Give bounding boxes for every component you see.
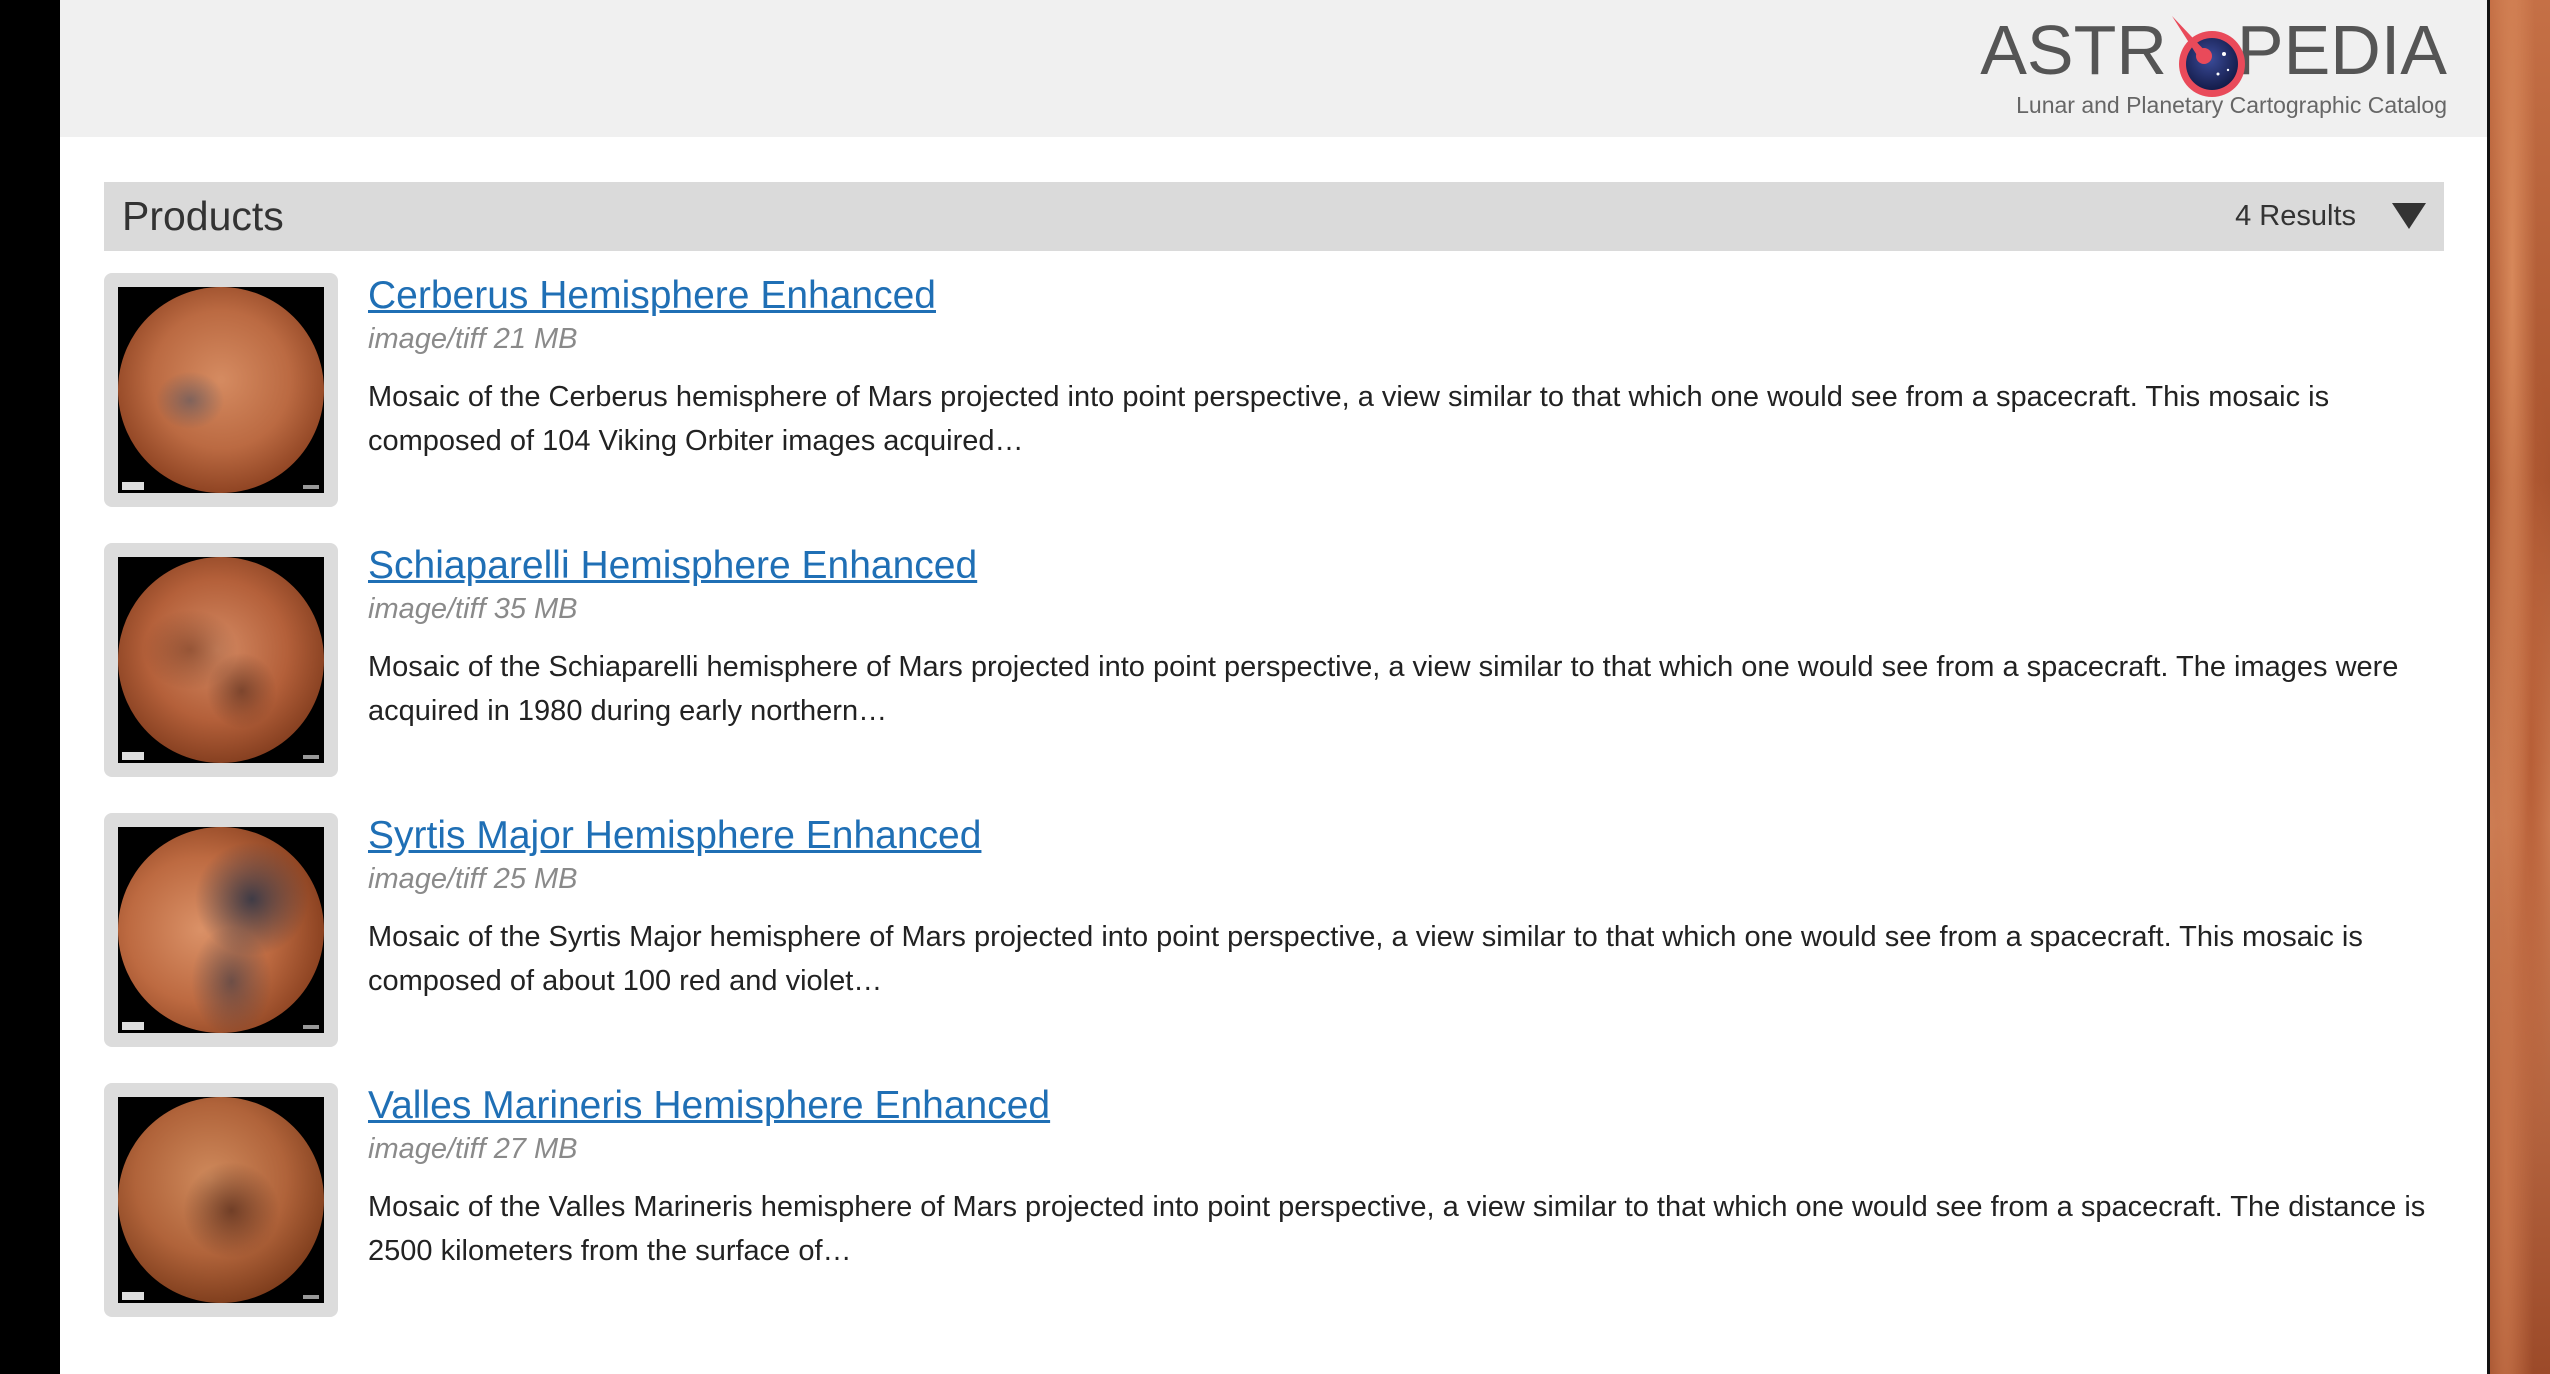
result-description: Mosaic of the Valles Marineris hemispher… (368, 1191, 2426, 1267)
result-title-link[interactable]: Syrtis Major Hemisphere Enhanced (368, 813, 981, 859)
logo-text-right: PEDIA (2236, 11, 2447, 89)
results-count: 4 Results (2235, 200, 2356, 232)
page-header: ASTR PEDIA Lunar and Planetary Cartograph… (60, 0, 2487, 137)
astropedia-logo[interactable]: ASTR PEDIA (1980, 10, 2447, 97)
mars-hemisphere-image (118, 287, 324, 493)
result-thumbnail[interactable] (104, 813, 338, 1047)
products-title: Products (122, 193, 284, 239)
result-thumbnail[interactable] (104, 543, 338, 777)
mars-hemisphere-image (118, 557, 324, 763)
mars-background-image (2487, 0, 2550, 1374)
result-thumbnail[interactable] (104, 273, 338, 507)
left-background-edge (0, 0, 60, 1374)
result-file-info: image/tiff 25 MB (368, 863, 578, 895)
result-file-info: image/tiff 27 MB (368, 1133, 578, 1165)
mars-hemisphere-image (118, 1097, 324, 1303)
image-credit (303, 1295, 319, 1299)
result-body: Syrtis Major Hemisphere Enhanced image/t… (368, 813, 2448, 1003)
logo-text-left: ASTR (1980, 11, 2167, 89)
result-file-info: image/tiff 21 MB (368, 323, 578, 355)
triangle-down-icon[interactable] (2392, 203, 2426, 229)
result-item: Syrtis Major Hemisphere Enhanced image/t… (104, 813, 2444, 1083)
result-list: Cerberus Hemisphere Enhanced image/tiff … (104, 273, 2444, 1353)
usgs-logo (122, 1022, 144, 1030)
image-credit (303, 755, 319, 759)
result-title-link[interactable]: Valles Marineris Hemisphere Enhanced (368, 1083, 1050, 1129)
result-item: Schiaparelli Hemisphere Enhanced image/t… (104, 543, 2444, 813)
usgs-logo (122, 752, 144, 760)
meteor-globe-icon (2172, 16, 2245, 97)
result-file-info: image/tiff 35 MB (368, 593, 578, 625)
result-item: Cerberus Hemisphere Enhanced image/tiff … (104, 273, 2444, 543)
thumbnail-image (118, 287, 324, 493)
thumbnail-image (118, 1097, 324, 1303)
result-description: Mosaic of the Cerberus hemisphere of Mar… (368, 381, 2330, 457)
result-title-link[interactable]: Schiaparelli Hemisphere Enhanced (368, 543, 977, 589)
thumbnail-image (118, 827, 324, 1033)
site-tagline: Lunar and Planetary Cartographic Catalog (2016, 92, 2447, 118)
usgs-logo (122, 482, 144, 490)
result-description: Mosaic of the Syrtis Major hemisphere of… (368, 921, 2363, 997)
result-body: Cerberus Hemisphere Enhanced image/tiff … (368, 273, 2448, 463)
mars-hemisphere-image (118, 827, 324, 1033)
main-content: ASTR PEDIA Lunar and Planetary Cartograph… (60, 0, 2487, 1374)
products-header-bar: Products 4 Results (104, 182, 2444, 251)
result-item: Valles Marineris Hemisphere Enhanced ima… (104, 1083, 2444, 1353)
usgs-logo (122, 1292, 144, 1300)
image-credit (303, 1025, 319, 1029)
result-body: Schiaparelli Hemisphere Enhanced image/t… (368, 543, 2448, 733)
result-title-link[interactable]: Cerberus Hemisphere Enhanced (368, 273, 936, 319)
result-description: Mosaic of the Schiaparelli hemisphere of… (368, 651, 2399, 727)
image-credit (303, 485, 319, 489)
result-thumbnail[interactable] (104, 1083, 338, 1317)
thumbnail-image (118, 557, 324, 763)
result-body: Valles Marineris Hemisphere Enhanced ima… (368, 1083, 2448, 1273)
